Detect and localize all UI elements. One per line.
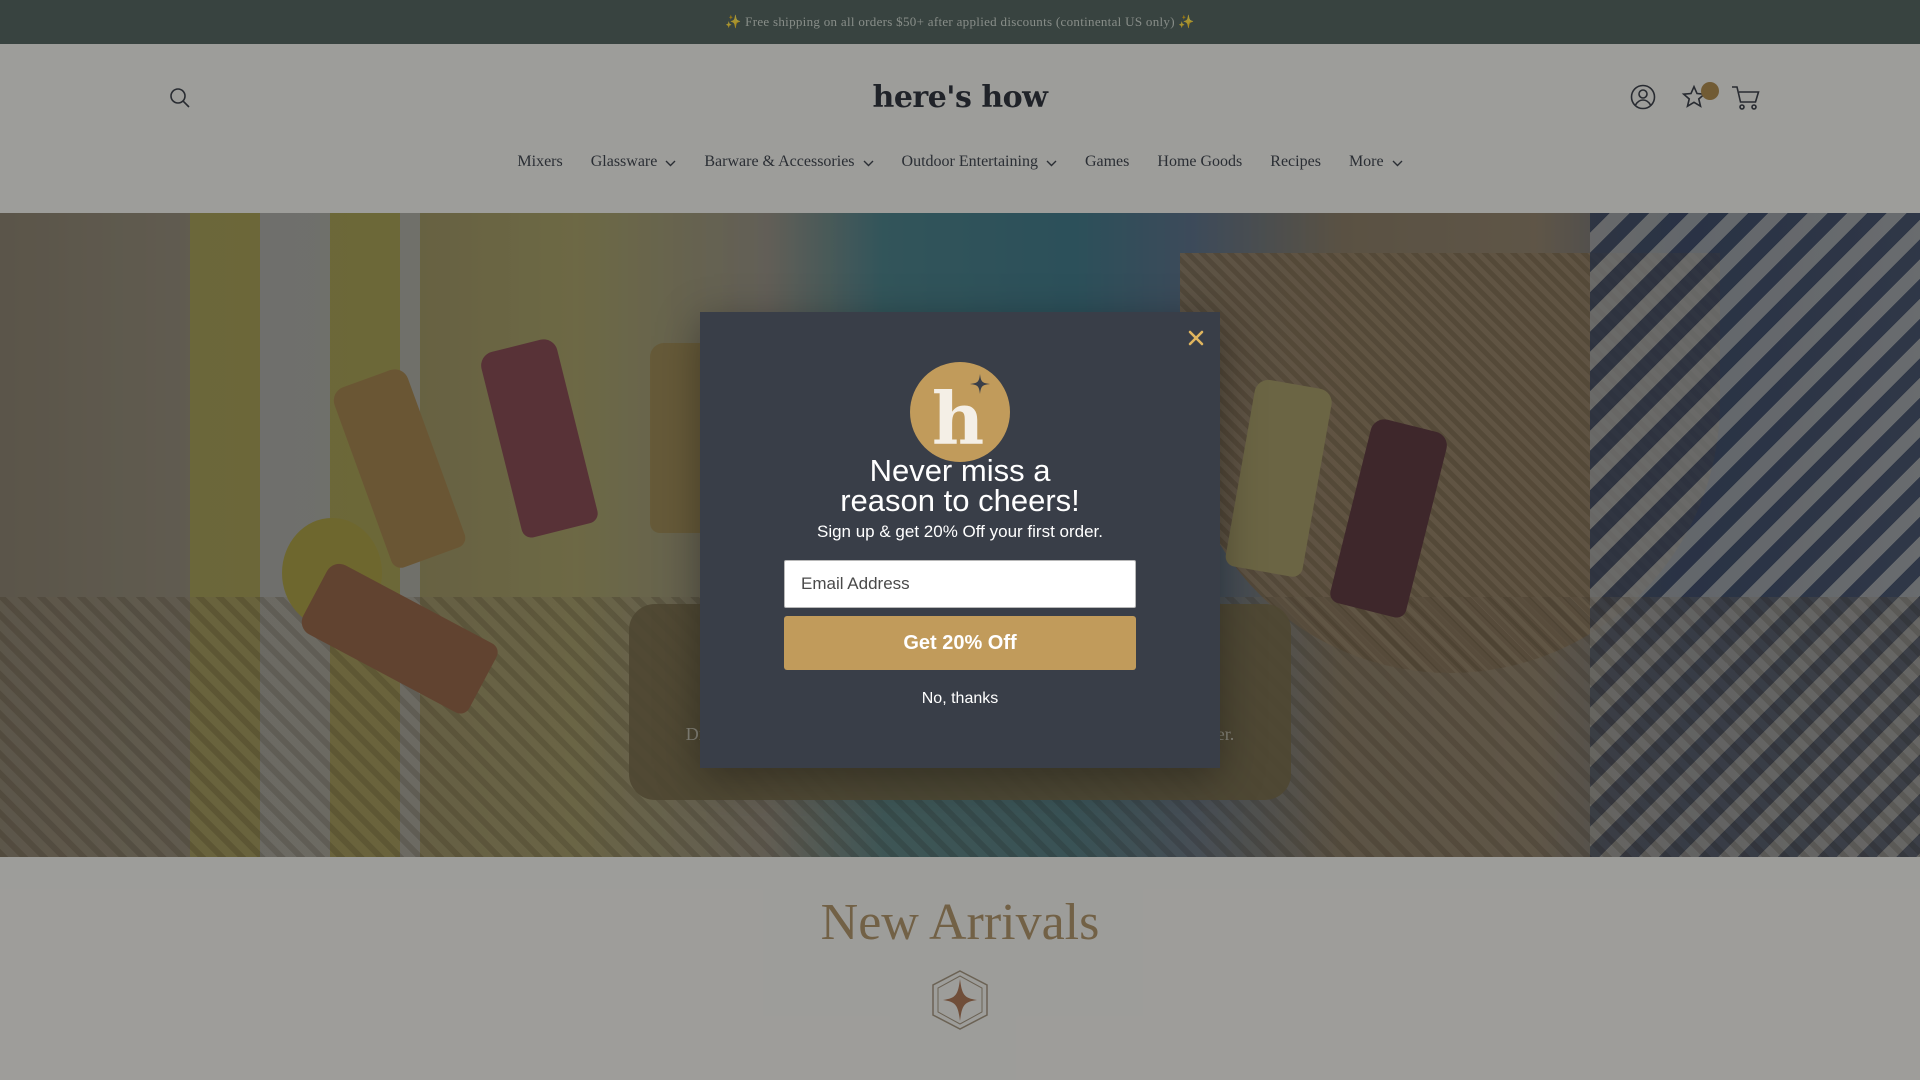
no-thanks-button[interactable]: No, thanks — [860, 687, 1060, 711]
popup-title: Never miss a reason to cheers! — [700, 453, 1220, 518]
close-icon — [1188, 330, 1204, 346]
logo-letter: h — [932, 376, 984, 461]
popup-close-button[interactable] — [1180, 322, 1212, 354]
signup-popup: h Never miss a reason to cheers! Sign up… — [700, 312, 1220, 768]
email-field[interactable] — [784, 560, 1136, 608]
brand-logo-icon: h — [910, 362, 1010, 462]
get-discount-button[interactable]: Get 20% Off — [784, 616, 1136, 670]
popup-subtitle: Sign up & get 20% Off your first order. — [816, 522, 1103, 541]
popup-title-line2: reason to cheers! — [840, 483, 1080, 518]
popup-title-line1: Never miss a — [869, 453, 1051, 488]
